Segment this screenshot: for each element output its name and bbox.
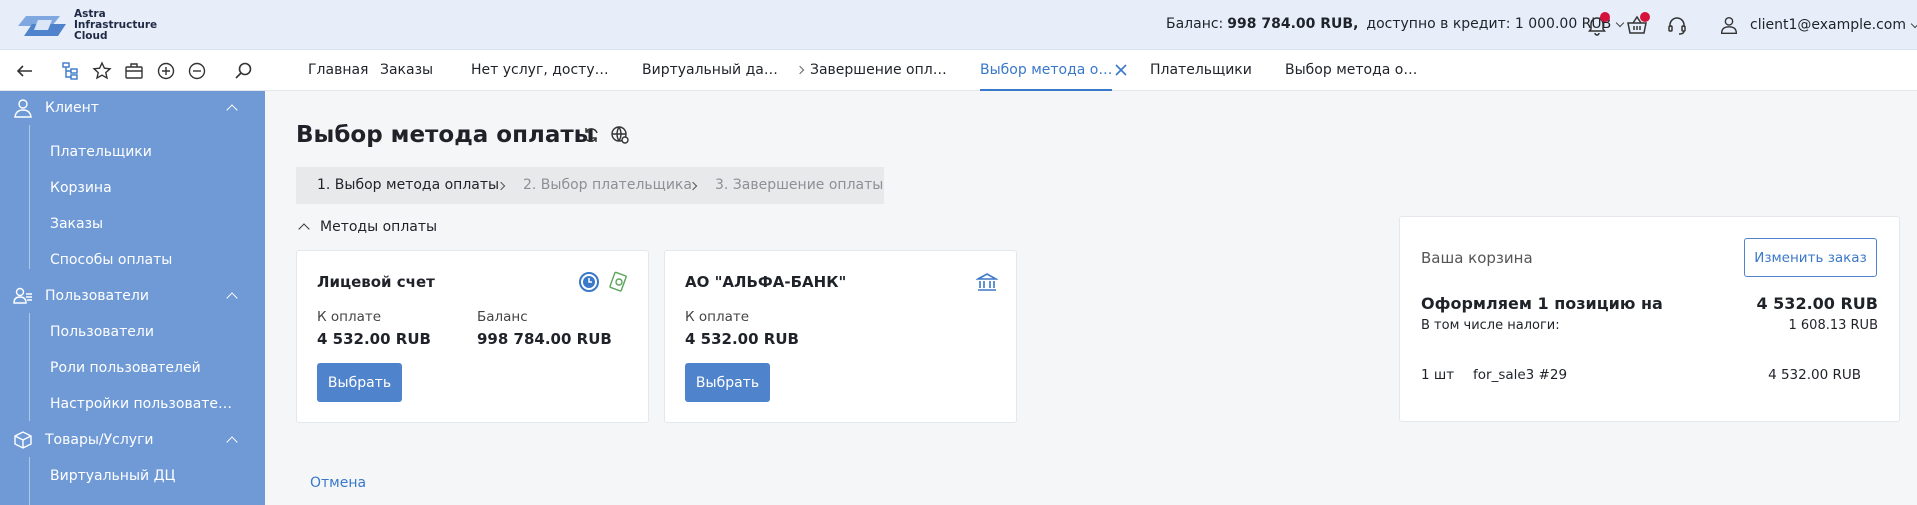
logo-icon	[18, 15, 66, 36]
step-3: 3. Завершение оплаты	[715, 177, 884, 193]
chevron-up-icon	[226, 292, 238, 304]
item-qty: 1 шт	[1421, 367, 1455, 383]
tree-icon[interactable]	[60, 60, 82, 82]
sidebar: Клиент Плательщики Корзина Заказы Способ…	[0, 91, 265, 505]
sidebar-group-client[interactable]: Клиент	[0, 91, 265, 125]
tab-payment-completion[interactable]: Завершение опл…	[810, 50, 947, 91]
chevron-up-icon	[226, 436, 238, 448]
sidebar-item-payers[interactable]: Плательщики	[50, 144, 152, 160]
tax-value: 1 608.13 RUB	[1788, 318, 1879, 333]
user-email: client1@example.com	[1750, 17, 1906, 33]
top-bar: Astra Infrastructure Cloud Баланс: 998 7…	[0, 0, 1917, 50]
item-name: for_sale3 #29	[1473, 367, 1568, 383]
chevron-up-icon	[226, 104, 238, 116]
user-menu[interactable]: client1@example.com	[1718, 14, 1917, 36]
support-button[interactable]	[1665, 13, 1689, 37]
cart-summary: Ваша корзина Изменить заказ Оформляем 1 …	[1399, 216, 1900, 422]
tree-line	[29, 313, 30, 421]
cancel-link[interactable]: Отмена	[310, 475, 366, 491]
sidebar-item-payment-methods[interactable]: Способы оплаты	[50, 252, 172, 268]
payment-card-account: Лицевой счет К оплате 4 532.00 RUB Балан…	[296, 250, 649, 423]
cart-title: Ваша корзина	[1421, 249, 1533, 267]
balance-value: 998 784.00 RUB,	[1227, 16, 1359, 32]
zoom-out-icon[interactable]	[186, 60, 208, 82]
pay-label: К оплате	[685, 309, 750, 325]
tax-label: В том числе налоги:	[1421, 318, 1560, 333]
cash-icon	[609, 271, 627, 292]
back-icon[interactable]	[14, 60, 36, 82]
cart-badge	[1640, 12, 1650, 22]
tree-line	[29, 125, 30, 269]
refresh-icon[interactable]	[581, 125, 601, 145]
star-icon[interactable]	[91, 60, 113, 82]
clock-icon	[579, 272, 599, 292]
tree-line	[29, 457, 30, 505]
tab-virtual-dc[interactable]: Виртуальный да…	[642, 50, 778, 91]
sidebar-group-label: Пользователи	[45, 288, 149, 304]
bank-icon	[976, 273, 998, 291]
chevron-right-icon	[795, 65, 805, 75]
headset-icon	[1668, 17, 1686, 35]
sidebar-group-label: Клиент	[45, 100, 99, 116]
zoom-in-icon[interactable]	[155, 60, 177, 82]
chevron-up-icon	[298, 223, 310, 235]
sidebar-group-users[interactable]: Пользователи	[0, 279, 265, 313]
chevron-down-icon	[1616, 18, 1625, 27]
client-icon	[14, 99, 32, 118]
step-1: 1. Выбор метода оплаты	[317, 177, 500, 193]
sidebar-item-orders[interactable]: Заказы	[50, 216, 103, 232]
sidebar-item-users[interactable]: Пользователи	[50, 324, 154, 340]
credit-text: доступно в кредит: 1 000.00 RUB	[1366, 16, 1612, 32]
payment-methods-toggle[interactable]: Методы оплаты	[296, 219, 437, 235]
sidebar-item-user-settings[interactable]: Настройки пользовате…	[50, 396, 232, 412]
tab-orders[interactable]: Заказы	[380, 50, 433, 91]
tab-payment-method[interactable]: Выбор метода о…	[1285, 50, 1417, 91]
logo-text: Astra Infrastructure Cloud	[74, 8, 158, 42]
cart-total: 4 532.00 RUB	[1756, 294, 1878, 313]
select-bank-button[interactable]: Выбрать	[685, 363, 770, 402]
checkout-steps: 1. Выбор метода оплаты 2. Выбор плательщ…	[296, 167, 884, 204]
pay-label: К оплате	[317, 309, 382, 325]
balance-label: Баланс	[477, 309, 528, 325]
cart-button[interactable]	[1625, 12, 1650, 37]
logo[interactable]: Astra Infrastructure Cloud	[18, 9, 157, 42]
sidebar-item-user-roles[interactable]: Роли пользователей	[50, 360, 201, 376]
notification-badge	[1600, 12, 1610, 22]
sidebar-item-virtual-dc[interactable]: Виртуальный ДЦ	[50, 468, 175, 484]
step-2: 2. Выбор плательщика	[523, 177, 692, 193]
tab-payers[interactable]: Плательщики	[1150, 50, 1252, 91]
item-price: 4 532.00 RUB	[1768, 367, 1861, 383]
balance-value: 998 784.00 RUB	[477, 330, 612, 348]
notifications-button[interactable]	[1585, 12, 1610, 37]
balance-label: Баланс:	[1166, 16, 1224, 32]
tab-payment-method-active[interactable]: Выбор метода о…	[980, 50, 1113, 91]
pay-value: 4 532.00 RUB	[317, 330, 431, 348]
pay-value: 4 532.00 RUB	[685, 330, 799, 348]
tab-home[interactable]: Главная	[308, 50, 368, 91]
cart-heading: Оформляем 1 позицию на	[1421, 294, 1663, 313]
user-icon	[1720, 16, 1738, 34]
briefcase-icon[interactable]	[123, 60, 145, 82]
card-title: АО "АЛЬФА-БАНК"	[685, 273, 847, 291]
close-icon[interactable]	[1113, 62, 1129, 78]
search-icon[interactable]	[233, 60, 255, 82]
balance-info[interactable]: Баланс: 998 784.00 RUB, доступно в креди…	[1166, 16, 1625, 32]
card-title: Лицевой счет	[317, 273, 435, 291]
page-title: Выбор метода оплаты	[296, 122, 595, 148]
tab-bar: Главная Заказы Нет услуг, досту… Виртуал…	[0, 50, 1917, 91]
payment-methods-label: Методы оплаты	[320, 219, 438, 235]
sidebar-item-cart[interactable]: Корзина	[50, 180, 112, 196]
sidebar-group-label: Товары/Услуги	[45, 432, 154, 448]
globe-icon[interactable]	[610, 125, 630, 145]
tab-no-services[interactable]: Нет услуг, досту…	[471, 50, 609, 91]
select-account-button[interactable]: Выбрать	[317, 363, 402, 402]
edit-order-button[interactable]: Изменить заказ	[1744, 238, 1877, 277]
payment-card-bank: АО "АЛЬФА-БАНК" К оплате 4 532.00 RUB Вы…	[664, 250, 1017, 423]
users-icon	[13, 287, 32, 304]
sidebar-group-products[interactable]: Товары/Услуги	[0, 423, 265, 457]
chevron-down-icon	[1910, 19, 1917, 28]
box-icon	[14, 431, 32, 449]
